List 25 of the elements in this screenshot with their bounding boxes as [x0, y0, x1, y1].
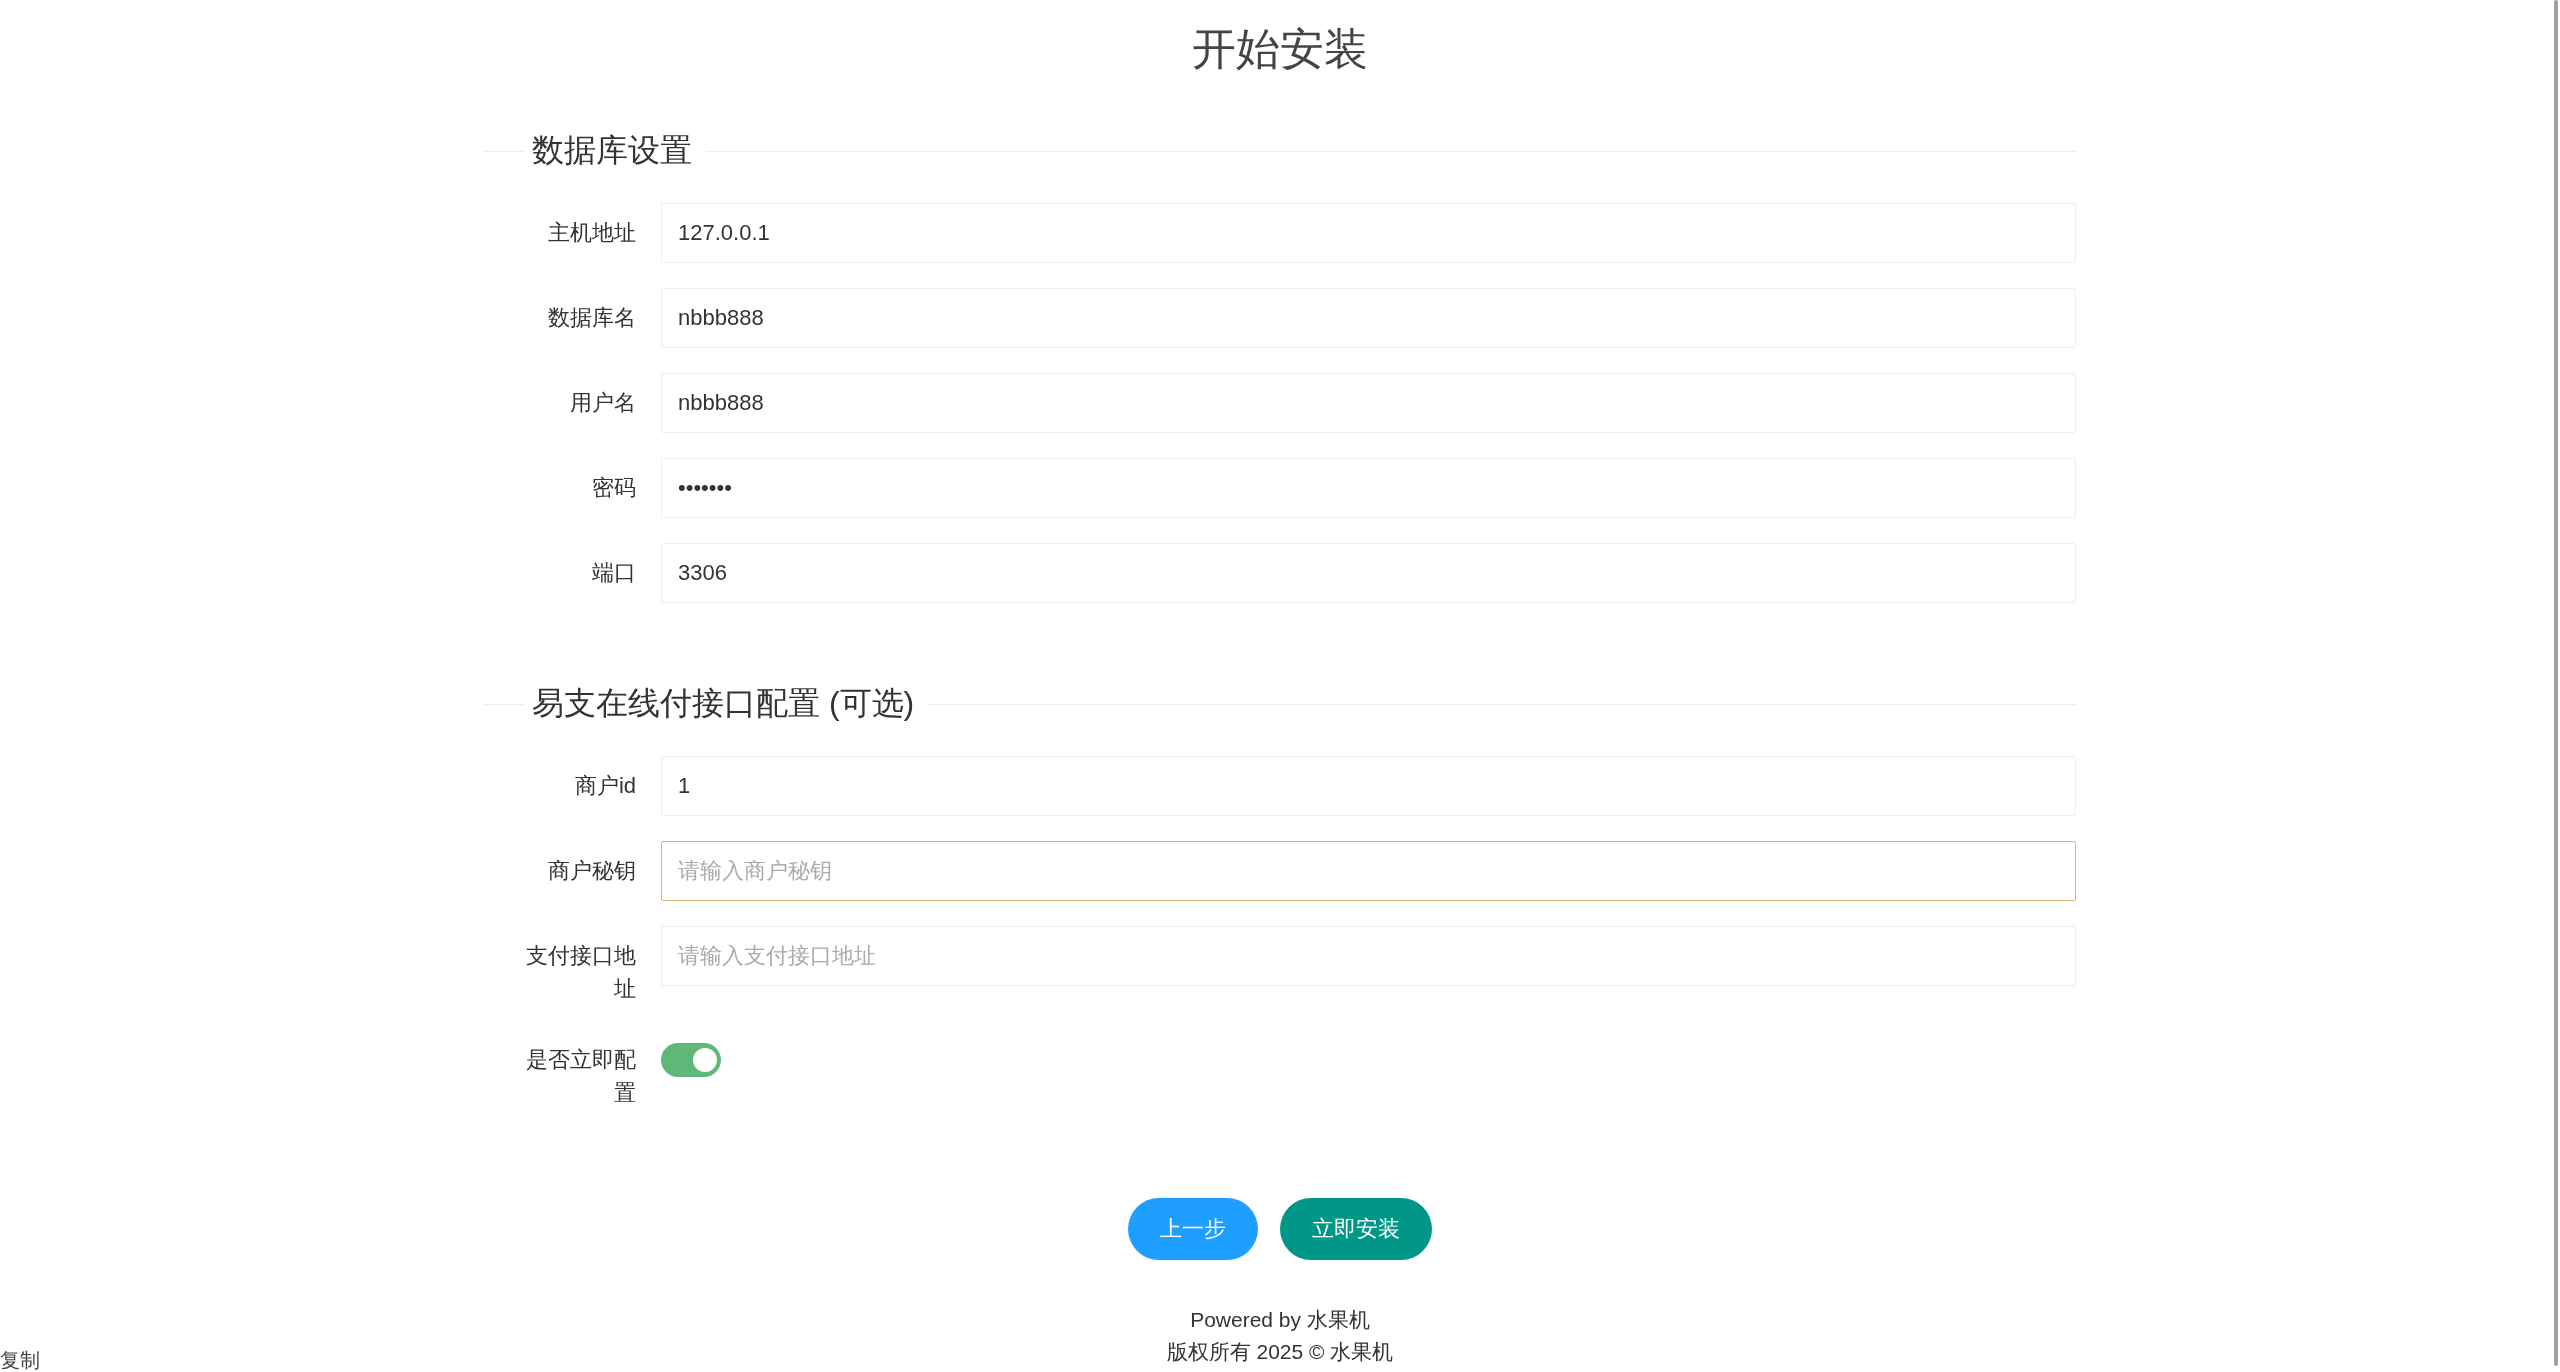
input-field[interactable]: 127.0.0.1: [661, 203, 2076, 263]
input-field[interactable]: •••••••: [661, 458, 2076, 518]
footer-text: 版权所有 2025 © 水果机: [1166, 1339, 1394, 1365]
page-title: 开始安装: [1192, 23, 1368, 75]
input-field[interactable]: nbbb888: [661, 373, 2076, 433]
input-field[interactable]: 1: [661, 756, 2076, 816]
field-label: 支付接口地址: [525, 942, 636, 1003]
field-label: 端口: [591, 559, 636, 587]
field-label: 用户名: [569, 389, 636, 417]
field-label: 密码: [591, 474, 636, 502]
copy-text: 复制: [0, 1348, 40, 1372]
field-label: 商户秘钥: [547, 857, 636, 885]
toggle-switch[interactable]: [661, 1043, 721, 1077]
section-title: 易支在线付接口配置 (可选): [532, 684, 915, 723]
input-field[interactable]: nbbb888: [661, 288, 2076, 348]
input-field[interactable]: 3306: [661, 543, 2076, 603]
field-label: 是否立即配置: [525, 1046, 636, 1107]
field-label: 主机地址: [547, 219, 636, 247]
install-button[interactable]: 立即安装: [1280, 1198, 1432, 1260]
footer-text: Powered by 水果机: [1190, 1307, 1370, 1333]
field-label: 商户id: [573, 772, 636, 800]
input-field[interactable]: 请输入商户秘钥: [661, 841, 2076, 901]
section-title: 数据库设置: [532, 131, 692, 170]
scrollbar[interactable]: [2554, 0, 2558, 1366]
field-label: 数据库名: [547, 304, 636, 332]
